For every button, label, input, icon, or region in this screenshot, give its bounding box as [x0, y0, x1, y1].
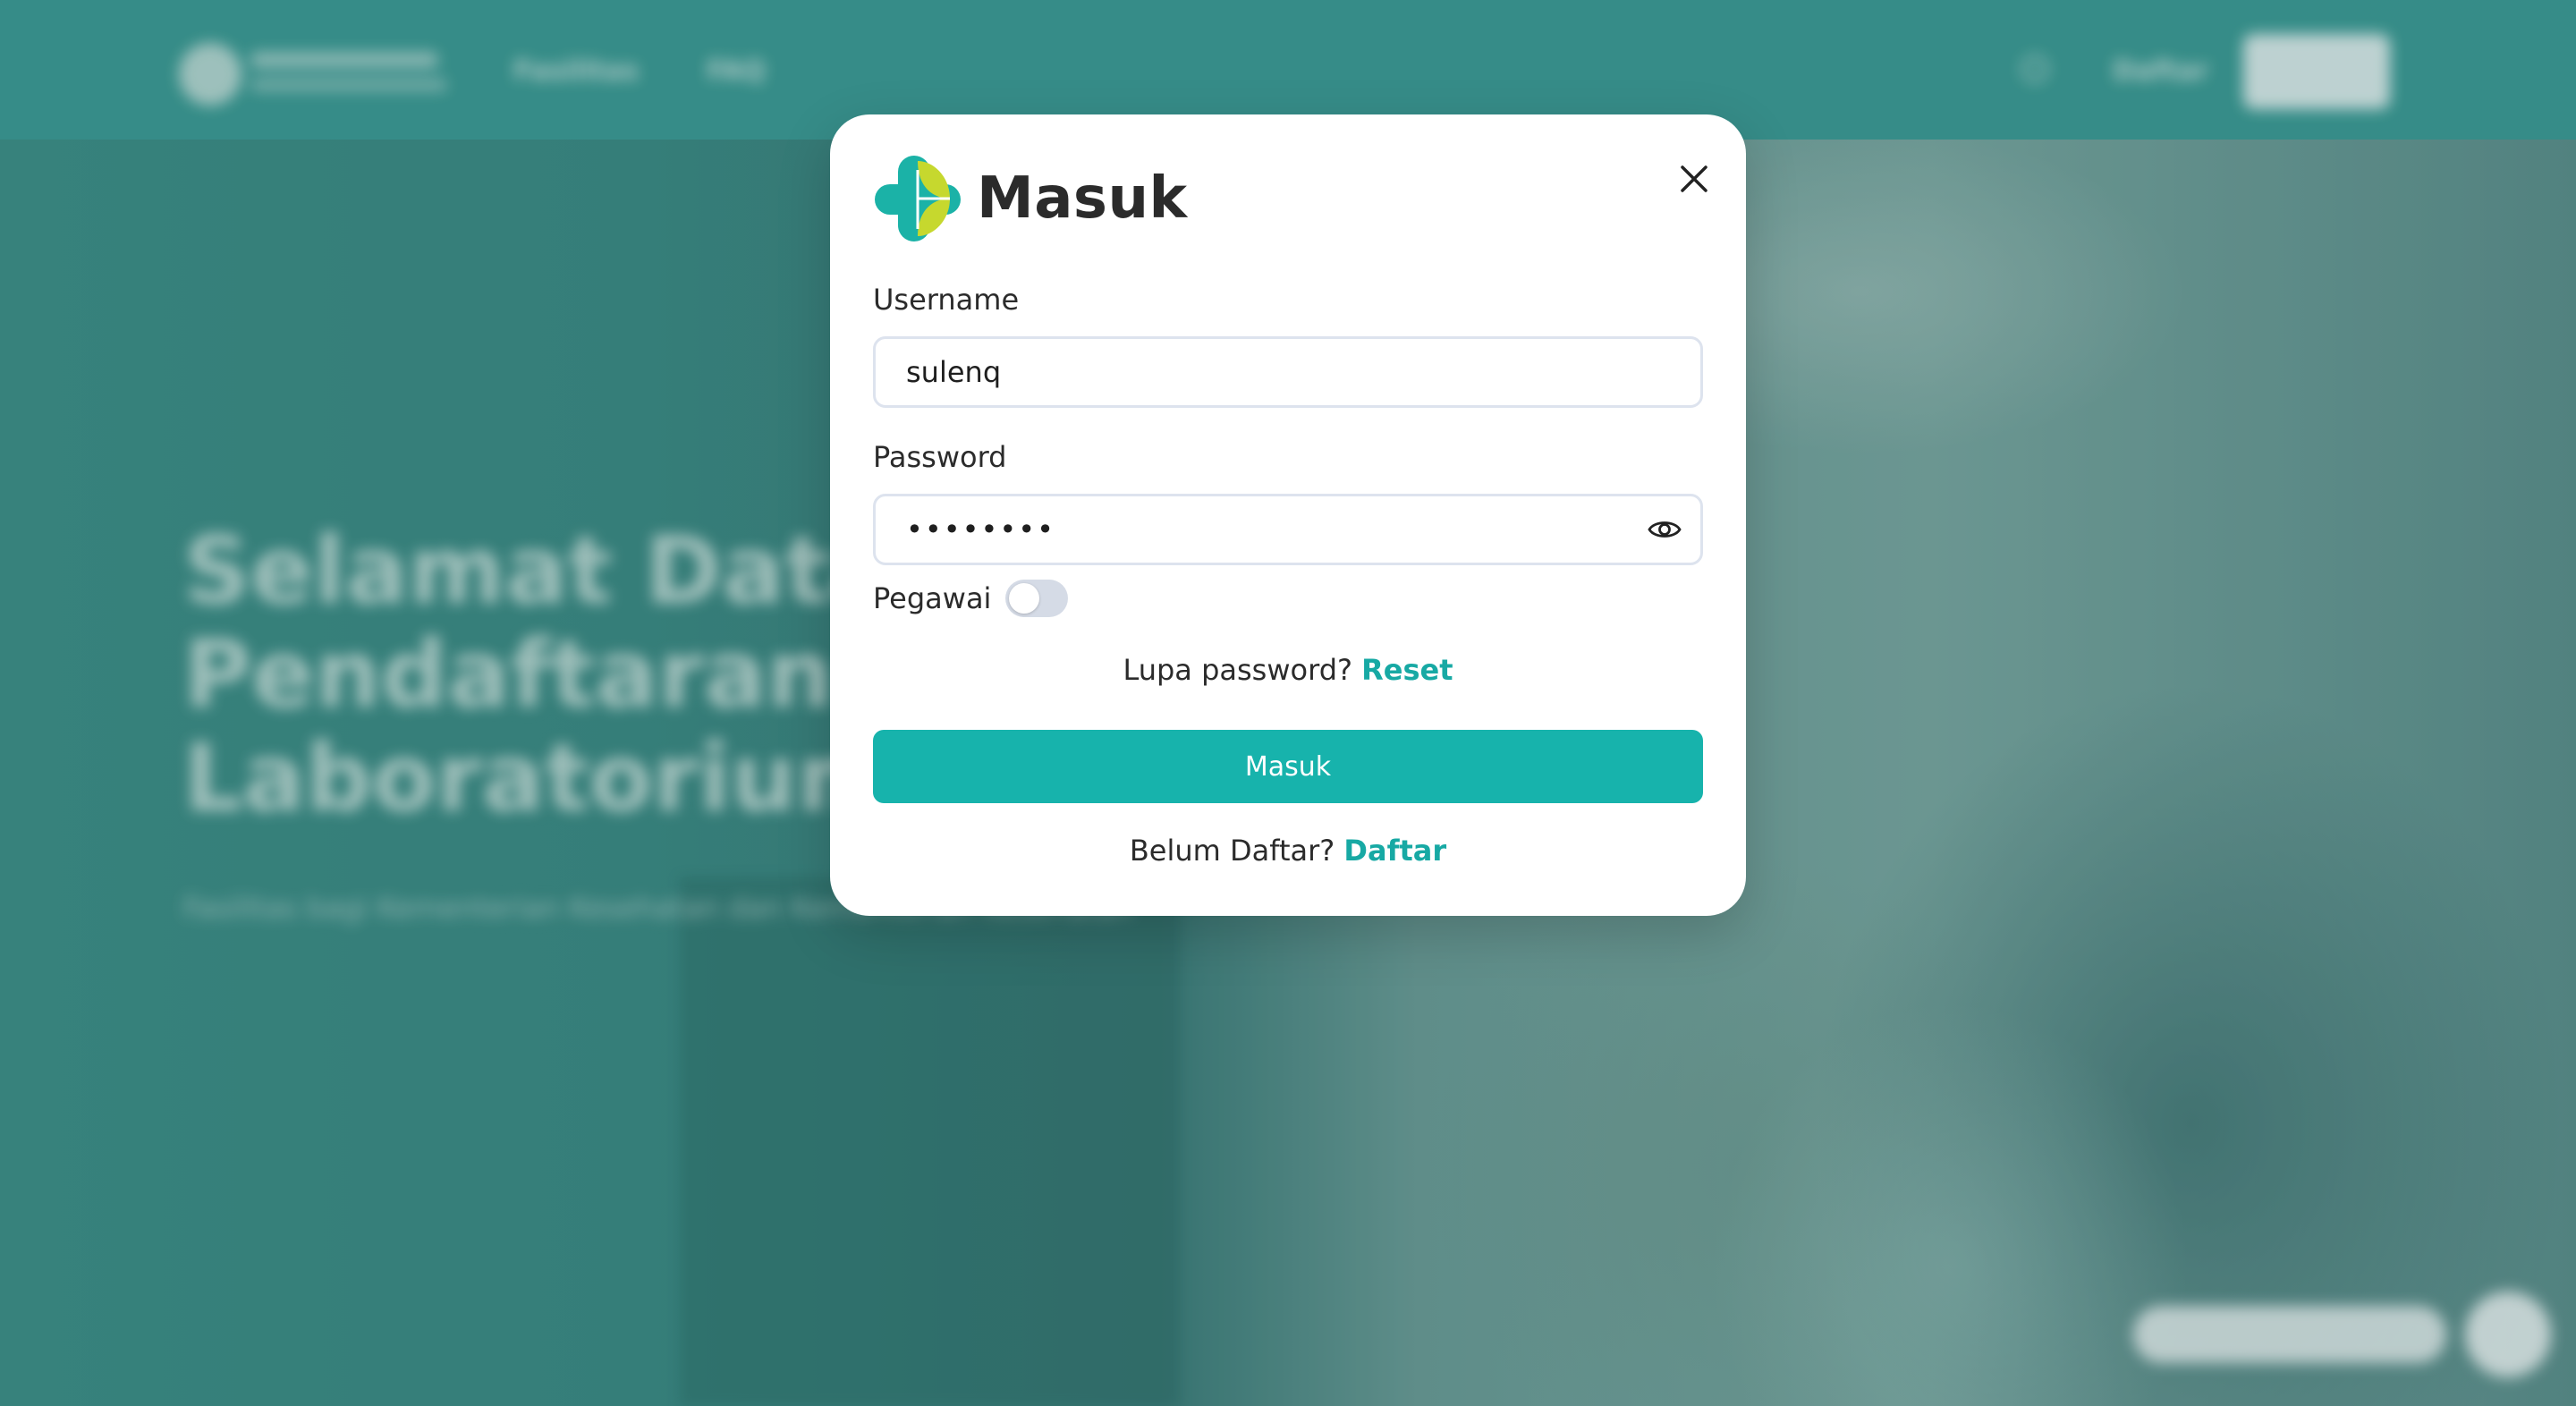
username-field[interactable]: sulenq — [873, 336, 1703, 408]
password-label: Password — [873, 440, 1007, 474]
modal-header: Masuk — [871, 152, 1188, 245]
password-field[interactable]: •••••••• — [873, 494, 1703, 565]
username-value: sulenq — [906, 355, 1002, 389]
username-label: Username — [873, 283, 1020, 317]
forgot-password-line: Lupa password? Reset — [830, 653, 1746, 687]
reset-password-link[interactable]: Reset — [1361, 653, 1453, 687]
eye-icon — [1648, 521, 1682, 538]
kemenkes-logo-icon — [871, 152, 964, 245]
modal-title: Masuk — [977, 165, 1188, 232]
close-icon — [1681, 165, 1707, 192]
employee-toggle-row: Pegawai — [873, 580, 1069, 617]
show-password-button[interactable] — [1629, 496, 1700, 563]
close-button[interactable] — [1671, 156, 1717, 202]
register-link[interactable]: Daftar — [1343, 834, 1446, 868]
toggle-knob — [1009, 583, 1040, 614]
register-prompt-text: Belum Daftar? — [1129, 834, 1335, 868]
forgot-password-text: Lupa password? — [1123, 653, 1352, 687]
employee-toggle[interactable] — [1005, 580, 1069, 617]
password-value: •••••••• — [906, 512, 1055, 546]
login-submit-button[interactable]: Masuk — [873, 730, 1703, 803]
register-line: Belum Daftar? Daftar — [830, 834, 1746, 868]
employee-toggle-label: Pegawai — [873, 581, 992, 615]
login-modal: Masuk Username sulenq Password •••••••• … — [830, 114, 1746, 916]
